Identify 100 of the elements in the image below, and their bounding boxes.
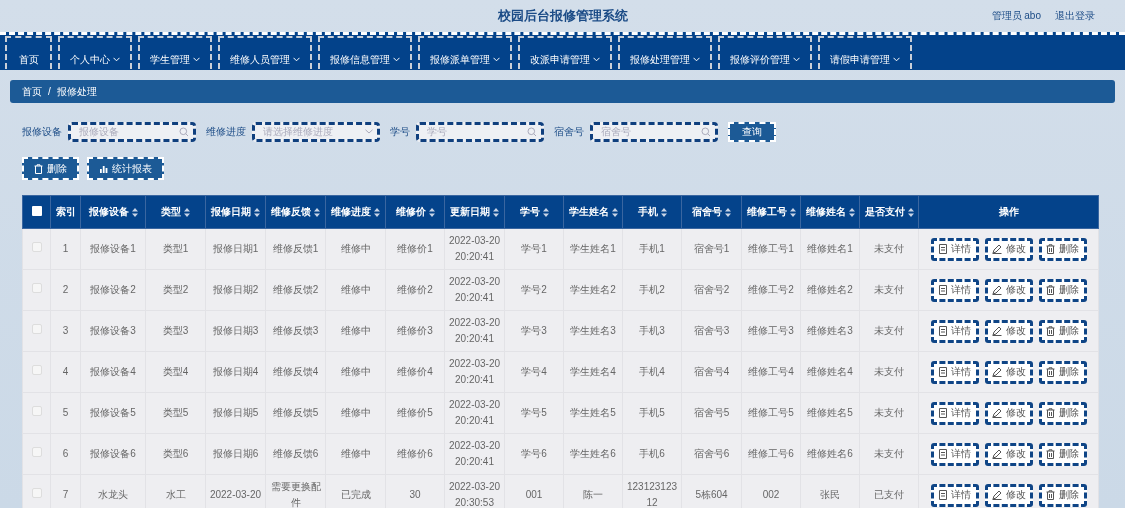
table-cell: 报修设备5	[80, 392, 146, 434]
table-cell: 学生姓名6	[563, 433, 623, 475]
select-all-checkbox[interactable]	[31, 206, 42, 216]
nav-menu-item[interactable]: 学生管理	[138, 36, 212, 69]
table-cell: 学生姓名1	[563, 228, 623, 270]
delete-button[interactable]: 删除	[22, 157, 79, 180]
nav-menu-item[interactable]: 请假申请管理	[818, 36, 912, 69]
trash-icon	[1046, 449, 1055, 459]
breadcrumb-item[interactable]: 首页	[22, 84, 42, 99]
delete-button[interactable]: 删除	[1038, 237, 1087, 261]
table-cell: 报修设备6	[80, 433, 146, 475]
table-cell: 学生姓名5	[563, 392, 623, 434]
table-cell: 维修工号2	[741, 269, 801, 311]
table-cell: 维修姓名3	[800, 310, 860, 352]
table-cell: 手机4	[622, 351, 682, 393]
pencil-icon	[991, 408, 1002, 418]
row-checkbox[interactable]	[31, 324, 42, 334]
table-cell: 宿舍号1	[681, 228, 742, 270]
document-icon	[938, 244, 947, 254]
table-cell: 2022-03-20 20:30:53	[444, 474, 505, 508]
row-checkbox[interactable]	[31, 406, 42, 416]
table-cell: 类型3	[145, 310, 206, 352]
table-cell: 2022-03-20 20:20:41	[444, 392, 505, 434]
table-cell: 维修工号5	[741, 392, 801, 434]
document-icon	[938, 408, 947, 418]
delete-button[interactable]: 删除	[1038, 483, 1087, 507]
document-icon	[938, 449, 947, 459]
pencil-icon	[991, 490, 1002, 500]
table-cell: 维修中	[325, 310, 386, 352]
delete-button[interactable]: 删除	[1038, 319, 1087, 343]
edit-button[interactable]: 修改	[984, 483, 1033, 507]
table-cell: 类型5	[145, 392, 206, 434]
delete-button[interactable]: 删除	[1038, 401, 1087, 425]
detail-button[interactable]: 详情	[930, 483, 979, 507]
table-cell: 类型2	[145, 269, 206, 311]
app-title: 校园后台报修管理系统	[497, 7, 628, 25]
table-cell: 5栋604	[681, 474, 742, 508]
table-cell: 类型1	[145, 228, 206, 270]
table-cell: 维修工号1	[741, 228, 801, 270]
delete-button[interactable]: 删除	[1038, 442, 1087, 466]
nav-menu-item[interactable]: 首页	[5, 36, 52, 69]
detail-button[interactable]: 详情	[930, 237, 979, 261]
edit-button[interactable]: 修改	[984, 442, 1033, 466]
table-cell: 手机5	[622, 392, 682, 434]
table-cell: 维修反馈5	[265, 392, 326, 434]
detail-button[interactable]: 详情	[930, 319, 979, 343]
column-header: 索引	[55, 205, 76, 219]
table-cell: 维修价2	[385, 269, 445, 311]
pencil-icon	[991, 449, 1002, 459]
detail-button[interactable]: 详情	[930, 442, 979, 466]
table-cell: 2022-03-20 20:20:41	[444, 310, 505, 352]
detail-button[interactable]: 详情	[930, 278, 979, 302]
table-cell: 类型6	[145, 433, 206, 475]
detail-button[interactable]: 详情	[930, 360, 979, 384]
nav-menu-item[interactable]: 报修评价管理	[718, 36, 812, 69]
row-checkbox[interactable]	[31, 447, 42, 457]
pencil-icon	[991, 367, 1002, 377]
table-cell: 2022-03-20 20:20:41	[444, 351, 505, 393]
edit-button[interactable]: 修改	[984, 401, 1033, 425]
trash-icon	[1046, 490, 1055, 500]
search-icon	[527, 126, 537, 137]
logout-link[interactable]: 退出登录	[1055, 9, 1095, 23]
trash-icon	[1046, 367, 1055, 377]
table-cell: 维修价6	[385, 433, 445, 475]
nav-menu-item[interactable]: 个人中心	[58, 36, 132, 69]
nav-menu-item[interactable]: 改派申请管理	[518, 36, 612, 69]
row-checkbox[interactable]	[31, 242, 42, 252]
column-header: 操作	[998, 205, 1019, 219]
table-cell: 维修反馈4	[265, 351, 326, 393]
table-cell: 报修设备1	[80, 228, 146, 270]
delete-button[interactable]: 删除	[1038, 360, 1087, 384]
delete-button[interactable]: 删除	[1038, 278, 1087, 302]
row-checkbox[interactable]	[31, 283, 42, 293]
table-cell: 2022-03-20 20:20:41	[444, 228, 505, 270]
nav-menu-item[interactable]: 报修处理管理	[618, 36, 712, 69]
table-cell: 张民	[800, 474, 860, 508]
table-cell: 未支付	[859, 433, 919, 475]
query-button[interactable]: 查询	[728, 121, 776, 142]
nav-menu-item[interactable]: 报修派单管理	[418, 36, 512, 69]
search-icon	[179, 126, 189, 137]
nav-menu-item[interactable]: 维修人员管理	[218, 36, 312, 69]
edit-button[interactable]: 修改	[984, 278, 1033, 302]
report-button[interactable]: 统计报表	[87, 157, 164, 180]
chevron-icon	[365, 129, 373, 134]
row-checkbox[interactable]	[31, 365, 42, 375]
edit-button[interactable]: 修改	[984, 319, 1033, 343]
edit-button[interactable]: 修改	[984, 237, 1033, 261]
table-cell: 维修价3	[385, 310, 445, 352]
table-cell: 维修中	[325, 351, 386, 393]
breadcrumb-item: 报修处理	[56, 84, 97, 99]
column-header[interactable]: 类型	[161, 205, 190, 219]
detail-button[interactable]: 详情	[930, 401, 979, 425]
nav-menu-item[interactable]: 报修信息管理	[318, 36, 412, 69]
table-cell: 2022-03-20 20:20:41	[444, 433, 505, 475]
table-cell: 维修中	[325, 433, 386, 475]
row-checkbox[interactable]	[31, 488, 42, 498]
table-cell: 维修姓名1	[800, 228, 860, 270]
table-cell: 水工	[145, 474, 206, 508]
breadcrumb-separator: /	[48, 86, 51, 97]
edit-button[interactable]: 修改	[984, 360, 1033, 384]
